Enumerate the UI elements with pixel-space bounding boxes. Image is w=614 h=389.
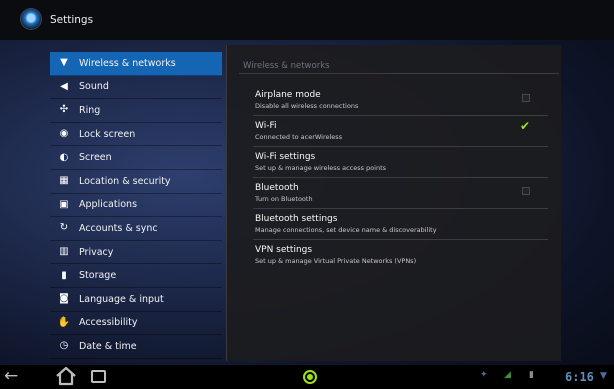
setting-row-wifi-settings[interactable]: Wi-Fi settings Set up & manage wireless … [227,147,562,178]
setting-title: Wi-Fi settings [255,152,316,162]
notification-icon: ◢ [504,370,511,380]
sidebar-item-label: Language & input [79,293,164,305]
setting-summary: Set up & manage wireless access points [255,164,387,172]
sidebar-item-label: Accounts & sync [79,222,158,234]
airplane-mode-checkbox[interactable] [522,94,530,102]
sidebar-item-accessibility[interactable]: ✋ Accessibility [50,312,222,336]
usb-icon: ✦ [480,370,488,380]
accessibility-icon: ✋ [57,316,71,328]
sidebar-item-label: Lock screen [79,128,136,140]
panel-header: Wireless & networks [243,61,330,71]
wifi-signal-icon: ▼ [600,371,607,381]
screen-icon: ◐ [59,151,69,163]
sidebar-item-sound[interactable]: ◀ Sound [50,76,222,100]
setting-summary: Disable all wireless connections [255,102,359,110]
setting-title: Wi-Fi [255,121,277,131]
settings-sidebar: ▼ Wireless & networks ◀ Sound ✣ Ring ◉ L… [50,52,222,359]
setting-row-vpn-settings[interactable]: VPN settings Set up & manage Virtual Pri… [227,240,562,271]
sidebar-item-language-input[interactable]: ◙ Language & input [50,288,222,312]
sidebar-item-label: Screen [79,152,112,164]
sidebar-item-label: Applications [79,199,138,211]
wifi-icon: ▼ [60,57,68,69]
setting-title: Bluetooth settings [255,214,338,224]
sidebar-item-label: Location & security [79,175,171,187]
sidebar-item-location-security[interactable]: ▦ Location & security [50,170,222,194]
storage-icon: ▮ [61,269,67,281]
bluetooth-checkbox[interactable] [522,187,530,195]
location-grid-icon: ▦ [59,175,69,187]
setting-summary: Set up & manage Virtual Private Networks… [255,257,417,265]
setting-row-bluetooth-settings[interactable]: Bluetooth settings Manage connections, s… [227,209,562,240]
sidebar-item-ring[interactable]: ✣ Ring [50,99,222,123]
ring-icon: ✣ [59,104,69,116]
lock-icon: ◉ [59,128,69,140]
speaker-icon: ◀ [60,80,68,92]
status-clock: 6:16 [565,370,594,384]
setting-summary: Manage connections, set device name & di… [255,226,437,234]
home-icon[interactable] [55,366,77,386]
sidebar-item-wireless-networks[interactable]: ▼ Wireless & networks [50,52,222,76]
setting-row-airplane-mode[interactable]: Airplane mode Disable all wireless conne… [227,85,562,116]
system-navigation-bar: ← ✦ ◢ ▮ 6:16 ▼ [0,365,614,389]
sidebar-item-label: Privacy [79,246,114,258]
sidebar-item-privacy[interactable]: ▥ Privacy [50,241,222,265]
sidebar-item-lock-screen[interactable]: ◉ Lock screen [50,123,222,147]
recent-apps-icon[interactable] [91,370,106,383]
applications-icon: ▣ [59,198,69,210]
setting-title: Airplane mode [255,90,321,100]
setting-row-wifi[interactable]: Wi-Fi Connected to acerWireless ✔ [227,116,562,147]
sidebar-item-accounts-sync[interactable]: ↻ Accounts & sync [50,217,222,241]
setting-row-bluetooth[interactable]: Bluetooth Turn on Bluetooth [227,178,562,209]
sync-icon: ↻ [59,222,69,234]
sidebar-item-date-time[interactable]: ◷ Date & time [50,335,222,359]
sidebar-item-storage[interactable]: ▮ Storage [50,264,222,288]
sidebar-item-label: Storage [79,270,117,282]
clock-icon: ◷ [59,340,69,352]
panel-header-divider [239,73,559,74]
settings-icon [21,9,41,29]
sidebar-item-label: Date & time [79,340,137,352]
sidebar-item-label: Accessibility [79,317,138,329]
sidebar-item-label: Sound [79,81,109,93]
battery-status-icon: ▮ [529,370,534,380]
settings-detail-panel: Wireless & networks Airplane mode Disabl… [226,45,561,361]
title-bar: Settings [0,0,614,40]
privacy-icon: ▥ [59,246,69,258]
sidebar-item-label: Ring [79,104,101,116]
setting-title: Bluetooth [255,183,299,193]
apps-launcher-icon[interactable] [303,370,317,384]
setting-summary: Connected to acerWireless [255,133,343,141]
page-title: Settings [50,14,94,26]
wifi-checkbox-checked-icon[interactable]: ✔ [520,120,530,132]
setting-title: VPN settings [255,245,313,255]
sidebar-item-applications[interactable]: ▣ Applications [50,194,222,218]
language-icon: ◙ [59,293,69,305]
setting-summary: Turn on Bluetooth [255,195,313,203]
back-icon[interactable]: ← [4,368,18,385]
sidebar-item-label: Wireless & networks [79,57,176,69]
sidebar-item-screen[interactable]: ◐ Screen [50,146,222,170]
